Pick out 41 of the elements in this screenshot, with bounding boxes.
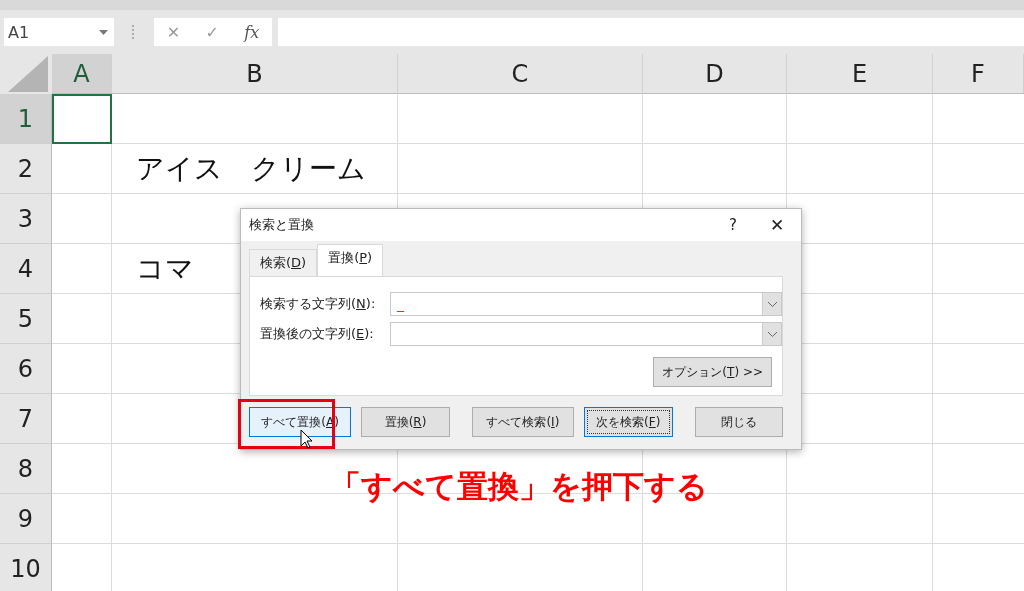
close-button[interactable]: ✕ [753,215,801,235]
row-header[interactable]: 7 [0,394,52,444]
field-label: 置換後の文字列(E): [260,325,375,343]
chevron-down-icon [767,331,777,337]
tab[interactable]: 検索(D) [249,249,318,276]
row-header[interactable]: 3 [0,194,52,244]
row-header[interactable]: 5 [0,294,52,344]
dialog-button[interactable]: 閉じる [694,407,783,437]
cell-text: コマ [136,251,194,287]
row-header[interactable]: 10 [0,544,52,591]
row-header[interactable]: 8 [0,444,52,494]
help-button[interactable]: ? [713,216,753,234]
function-button[interactable]: fx [244,22,260,42]
cell-text: アイス クリーム [136,151,366,187]
dialog-button[interactable]: すべて検索(I) [471,407,574,437]
column-header[interactable]: D [643,54,787,94]
dialog-button[interactable]: 次を検索(F) [584,407,673,437]
tab[interactable]: 置換(P) [317,244,384,276]
row-header[interactable]: 9 [0,494,52,544]
annotation-text: 「すべて置換」を押下する [330,468,708,504]
active-cell[interactable] [52,94,112,144]
dropdown-button[interactable] [762,293,781,315]
column-header[interactable]: C [398,54,643,94]
options-button[interactable]: オプション(T) >> [653,357,772,387]
row-header[interactable]: 1 [0,94,52,144]
chevron-down-icon [767,301,777,307]
row-header[interactable]: 6 [0,344,52,394]
formula-field[interactable] [278,18,1024,46]
field-label: 検索する文字列(N): [260,295,377,313]
name-box[interactable]: A1 [4,18,114,46]
row-header[interactable]: 2 [0,144,52,194]
column-header[interactable]: E [787,54,933,94]
row-header[interactable]: 4 [0,244,52,294]
column-header[interactable]: A [52,54,112,94]
column-header[interactable]: F [933,54,1024,94]
dialog-title: 検索と置換 [249,216,315,234]
column-header[interactable]: B [112,54,398,94]
mouse-pointer-icon [300,429,314,449]
dropdown-button[interactable] [762,323,781,345]
dialog-button[interactable]: 置換(R) [361,407,450,437]
combo-field[interactable] [390,322,782,346]
